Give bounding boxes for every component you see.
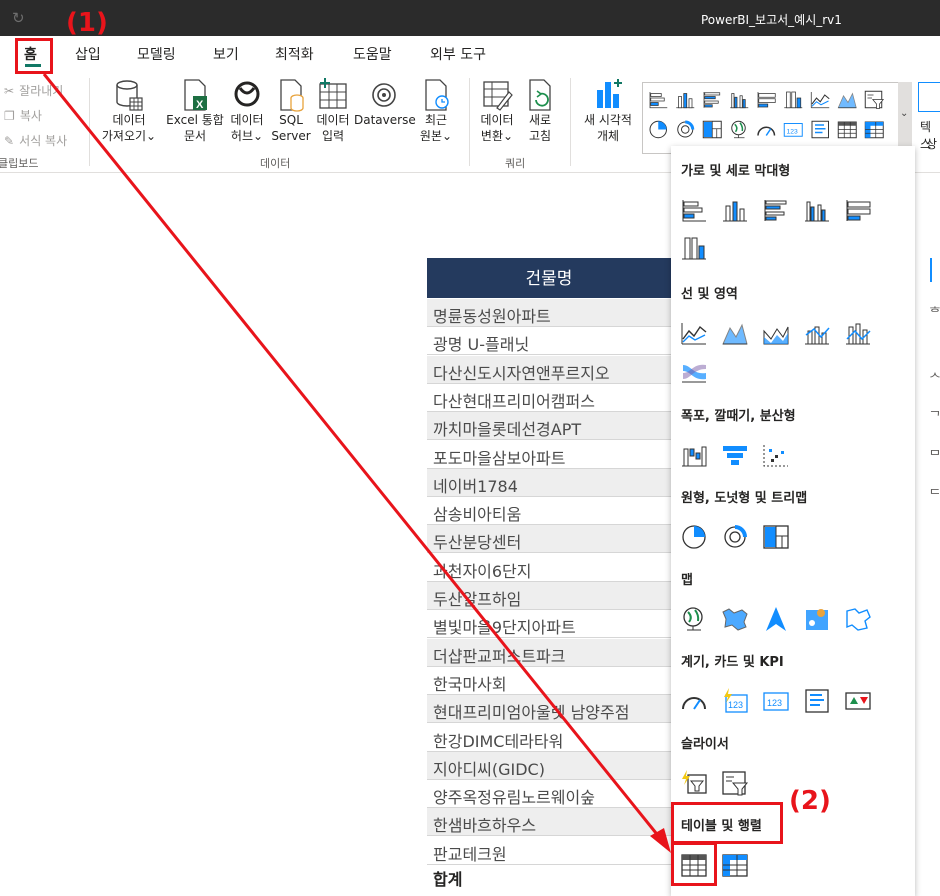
annotation-box-step1: [15, 38, 53, 74]
annotation-label-step2: (2): [789, 786, 831, 816]
annotation-label-step1: (1): [66, 8, 108, 38]
annotation-arrow: [42, 73, 671, 853]
annotation-box-step2-icon: [671, 842, 717, 886]
annotation-box-step2-title: [671, 802, 783, 844]
